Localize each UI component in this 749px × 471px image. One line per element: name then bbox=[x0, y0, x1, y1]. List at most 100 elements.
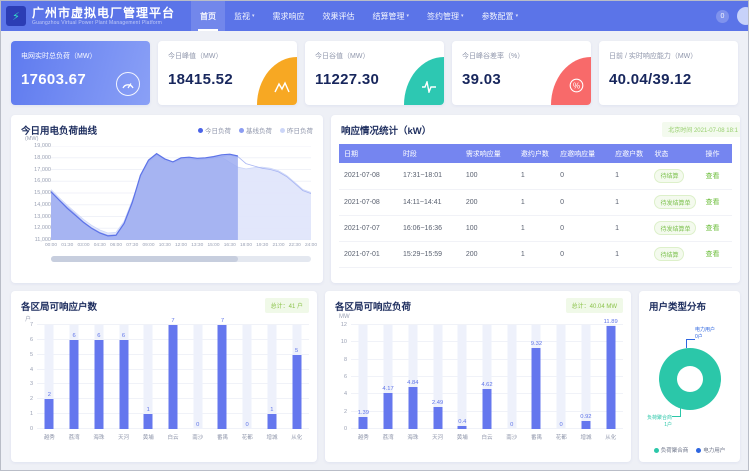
bar[interactable] bbox=[119, 340, 128, 429]
bar-value-label: 6 bbox=[97, 333, 100, 339]
bar-slot: 1 bbox=[260, 325, 285, 429]
bar[interactable] bbox=[267, 414, 276, 429]
percent-icon: % bbox=[551, 57, 591, 105]
legend-dot bbox=[654, 448, 659, 453]
legend-label: 基线负荷 bbox=[246, 125, 272, 135]
bar[interactable] bbox=[94, 340, 103, 429]
x-axis-label: 黄埔 bbox=[450, 433, 475, 441]
bar[interactable] bbox=[45, 399, 54, 429]
y-tick-label: 14,000 bbox=[25, 202, 51, 208]
nav-item[interactable]: 需求响应 bbox=[264, 1, 314, 31]
table-cell: 0 bbox=[555, 163, 610, 189]
nav-item[interactable]: 结算管理▾ bbox=[364, 1, 419, 31]
bar-slot: 4.84 bbox=[400, 325, 425, 429]
x-tick-label: 15:00 bbox=[207, 243, 219, 248]
bar[interactable] bbox=[218, 325, 227, 429]
bar[interactable] bbox=[458, 426, 467, 429]
nav-item[interactable]: 监视▾ bbox=[225, 1, 264, 31]
status-cell: 待结算 bbox=[649, 241, 700, 267]
bar[interactable] bbox=[532, 348, 541, 429]
user-type-panel: 用户类型分布 电力用户 0户 负荷聚合商 1户 负荷聚合商电力用户 bbox=[639, 291, 740, 462]
x-tick-label: 13:30 bbox=[191, 243, 203, 248]
table-cell: 1 bbox=[516, 163, 555, 189]
district-load-bar-plot: 0246810121.394.174.842.490.44.6209.3200.… bbox=[351, 325, 623, 429]
gauge-icon bbox=[116, 72, 140, 96]
load-curve-plot bbox=[51, 146, 311, 240]
table-cell: 0 bbox=[555, 215, 610, 241]
table-cell: 2021-07-01 bbox=[339, 241, 398, 267]
bar[interactable] bbox=[384, 393, 393, 429]
chart-legend: 今日负荷 基线负荷 昨日负荷 bbox=[198, 125, 313, 135]
bar-value-label: 2.49 bbox=[432, 400, 443, 406]
legend-item[interactable]: 负荷聚合商 bbox=[654, 446, 689, 454]
panel-title: 各区局可响应户数 bbox=[21, 299, 97, 313]
message-count-badge[interactable]: 0 bbox=[716, 10, 729, 23]
bar-background bbox=[557, 325, 566, 429]
bar-slot: 0 bbox=[499, 325, 524, 429]
x-tick-label: 03:00 bbox=[77, 243, 89, 248]
view-link[interactable]: 查看 bbox=[706, 225, 720, 232]
app-title: 广州市虚拟电厂管理平台 bbox=[32, 7, 175, 19]
bar[interactable] bbox=[408, 387, 417, 429]
nav-item[interactable]: 参数配置▾ bbox=[473, 1, 528, 31]
donut-legend: 负荷聚合商电力用户 bbox=[639, 446, 740, 454]
load-curve-panel: 今日用电负荷曲线 今日负荷基线负荷昨日负荷 (MW) 19,00018,0001… bbox=[11, 115, 323, 283]
action-cell: 查看 bbox=[701, 163, 732, 189]
bar[interactable] bbox=[70, 340, 79, 429]
bar-value-label: 0 bbox=[196, 422, 199, 428]
y-tick-label: 8 bbox=[331, 357, 347, 363]
nav-item[interactable]: 签约管理▾ bbox=[418, 1, 473, 31]
legend-dot bbox=[198, 128, 203, 133]
peak-curve-icon bbox=[257, 57, 297, 105]
table-cell: 0 bbox=[555, 189, 610, 215]
table-cell: 200 bbox=[461, 189, 516, 215]
x-axis-label: 荔湾 bbox=[376, 433, 401, 441]
table-cell: 15:29~15:59 bbox=[398, 241, 461, 267]
panel-title: 各区局可响应负荷 bbox=[335, 299, 411, 313]
table-cell: 16:06~16:36 bbox=[398, 215, 461, 241]
kpi-value: 40.04/39.12 bbox=[609, 71, 728, 88]
bar-slot: 11.89 bbox=[598, 325, 623, 429]
callout-connector bbox=[686, 339, 695, 348]
x-axis-label: 从化 bbox=[598, 433, 623, 441]
legend-label: 昨日负荷 bbox=[287, 125, 313, 135]
nav-item[interactable]: 效果评估 bbox=[314, 1, 364, 31]
bar[interactable] bbox=[168, 325, 177, 429]
legend-item[interactable]: 电力用户 bbox=[696, 446, 725, 454]
bar[interactable] bbox=[581, 421, 590, 429]
total-badge: 总计：41 户 bbox=[265, 298, 309, 313]
bar[interactable] bbox=[433, 407, 442, 429]
y-tick-label: 15,000 bbox=[25, 190, 51, 196]
view-link[interactable]: 查看 bbox=[706, 251, 720, 258]
bar-value-label: 7 bbox=[171, 318, 174, 324]
view-link[interactable]: 查看 bbox=[706, 199, 720, 206]
bar-value-label: 1.39 bbox=[358, 410, 369, 416]
x-tick-label: 04:30 bbox=[94, 243, 106, 248]
user-avatar[interactable] bbox=[737, 7, 749, 25]
table-cell: 2021-07-07 bbox=[339, 215, 398, 241]
view-link[interactable]: 查看 bbox=[706, 173, 720, 180]
table-cell: 0 bbox=[555, 241, 610, 267]
bar[interactable] bbox=[606, 326, 615, 429]
bar[interactable] bbox=[359, 417, 368, 429]
data-zoom-handle[interactable] bbox=[51, 256, 238, 262]
bar[interactable] bbox=[292, 355, 301, 429]
legend-item[interactable]: 基线负荷 bbox=[239, 125, 272, 135]
x-tick-label: 21:00 bbox=[272, 243, 284, 248]
bar-value-label: 2 bbox=[48, 392, 51, 398]
legend-item[interactable]: 今日负荷 bbox=[198, 125, 231, 135]
bar[interactable] bbox=[482, 389, 491, 429]
bar-value-label: 0 bbox=[510, 422, 513, 428]
data-zoom-slider[interactable] bbox=[51, 256, 311, 262]
x-tick-label: 01:30 bbox=[61, 243, 73, 248]
x-tick-label: 18:00 bbox=[240, 243, 252, 248]
panel-title: 响应情况统计（kW） bbox=[341, 123, 431, 137]
action-cell: 查看 bbox=[701, 189, 732, 215]
nav-item[interactable]: 首页 bbox=[191, 1, 225, 31]
bar[interactable] bbox=[144, 414, 153, 429]
bar-value-label: 1 bbox=[270, 407, 273, 413]
user-type-donut-chart[interactable] bbox=[659, 348, 721, 410]
legend-item[interactable]: 昨日负荷 bbox=[280, 125, 313, 135]
households-bar-plot: 0123456726661707015 bbox=[37, 325, 309, 429]
x-tick-label: 10:30 bbox=[159, 243, 171, 248]
